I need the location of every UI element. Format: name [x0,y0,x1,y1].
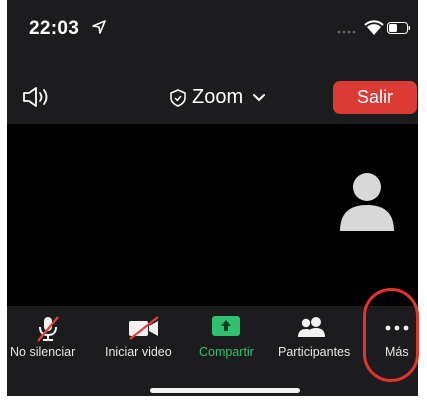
participants-label: Participantes [278,345,351,359]
status-bar: 22:03 [7,0,418,72]
video-off-icon [129,316,159,340]
wifi-icon [364,20,384,35]
status-time: 22:03 [29,18,80,39]
battery-icon [387,22,410,34]
signal-dots-icon [337,30,356,34]
share-screen-icon [212,316,240,336]
zoom-meeting-screen: 22:03 Zoom Salir No silenciar Iniciar vi… [7,0,418,396]
participants-button[interactable]: Participantes [275,306,351,376]
meeting-title-dropdown[interactable]: Zoom [170,86,266,109]
shield-icon [170,88,186,107]
video-area [7,124,418,306]
participant-avatar-icon [340,173,394,231]
share-button[interactable]: Compartir [197,306,267,376]
start-video-button[interactable]: Iniciar video [99,306,187,376]
chevron-down-icon [253,93,266,101]
leave-button[interactable]: Salir [333,81,417,114]
muted-microphone-icon [37,316,59,342]
speaker-icon[interactable] [21,84,51,110]
highlight-circle [363,288,419,382]
location-arrow-icon [92,20,106,34]
meeting-toolbar: No silenciar Iniciar video Compartir Par… [7,306,418,396]
unmute-button[interactable]: No silenciar [7,306,89,376]
unmute-label: No silenciar [10,345,76,359]
start-video-label: Iniciar video [105,345,172,359]
meeting-header: Zoom Salir [7,72,418,124]
home-indicator[interactable] [150,388,300,393]
participants-icon [298,317,325,337]
share-label: Compartir [199,345,254,359]
meeting-title: Zoom [192,86,244,108]
